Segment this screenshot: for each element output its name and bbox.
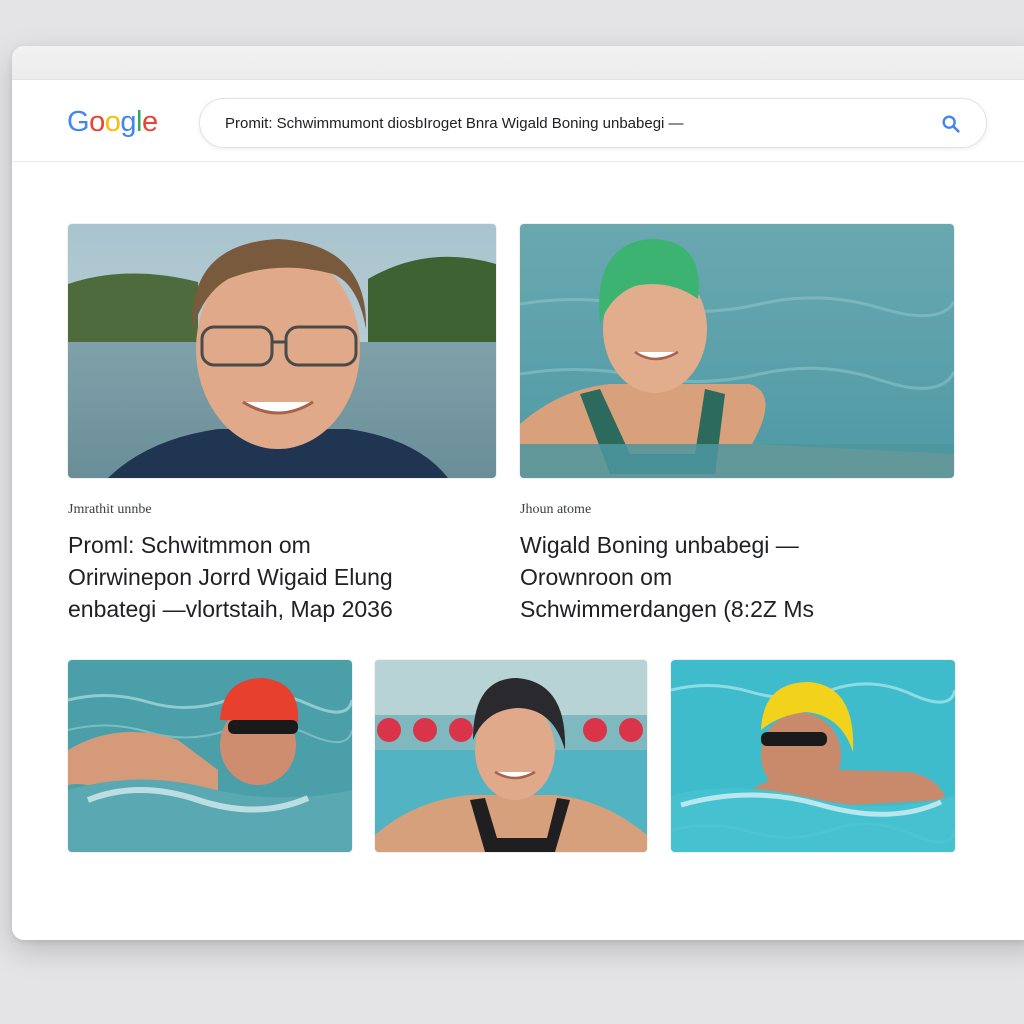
result-image-swimmer-black-cap[interactable] (375, 660, 647, 852)
result-source: Jhoun atome (520, 502, 592, 517)
search-query-text: Promit: Schwimmumont diosbIroget Bnra Wi… (225, 115, 684, 132)
result-image-swimmer-yellow-cap[interactable] (671, 660, 955, 852)
logo-letter: e (141, 106, 158, 138)
result-image-man-glasses[interactable] (68, 224, 496, 478)
result-title-line: Orownroon om (520, 564, 673, 590)
search-header: Google Promit: Schwimmumont diosbIroget … (12, 80, 1024, 162)
result-title-line: Orirwinepon Jorrd Wigaid Elung (68, 564, 393, 590)
window-titlebar (12, 46, 1024, 80)
browser-window: Google Promit: Schwimmumont diosbIroget … (12, 46, 1024, 940)
logo-letter: o (89, 106, 105, 138)
result-title-2[interactable]: Wigald Boning unbabegi — Orownroon om Sc… (520, 529, 814, 625)
logo-letter: g (120, 106, 136, 138)
result-title-1[interactable]: Proml: Schwitmmon om Orirwinepon Jorrd W… (68, 529, 393, 625)
result-title-line: Wigald Boning unbabegi — (520, 532, 799, 558)
logo-letter: o (104, 106, 121, 138)
search-input[interactable]: Promit: Schwimmumont diosbIroget Bnra Wi… (199, 98, 987, 148)
logo-letter: G (67, 106, 90, 138)
result-title-line: Proml: Schwitmmon om (68, 532, 311, 558)
result-source: Jmrathit unnbe (68, 502, 152, 517)
google-logo[interactable]: Google (67, 106, 158, 139)
search-icon[interactable] (940, 113, 962, 135)
result-title-line: enbategi —vlortstaih, Map 2036 (68, 596, 393, 622)
result-image-swimmer-red-cap[interactable] (68, 660, 352, 852)
result-image-swimmer-green-cap[interactable] (520, 224, 954, 478)
result-title-line: Schwimmerdangen (8:2Z Ms (520, 596, 814, 622)
